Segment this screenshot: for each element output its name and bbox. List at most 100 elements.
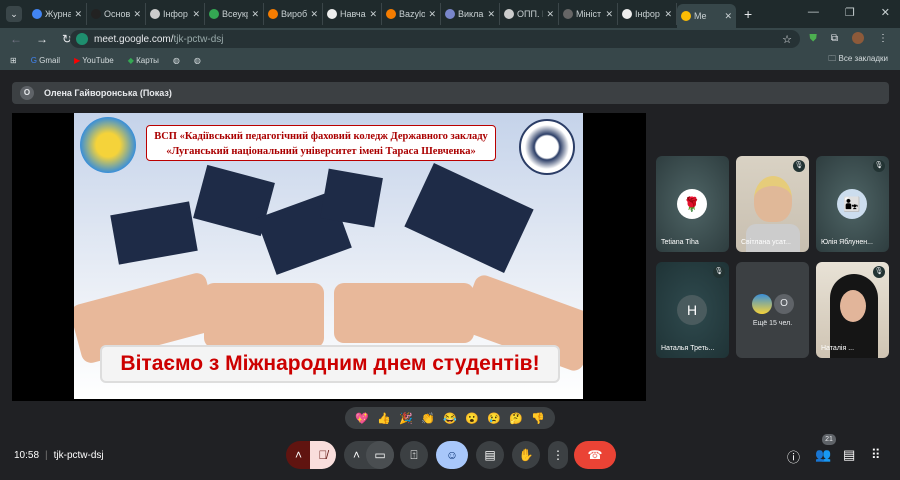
extensions-icon[interactable]: ⧉ <box>831 33 838 44</box>
graduation-cap <box>404 163 534 273</box>
browser-tab[interactable]: Навча ✕ <box>323 3 382 25</box>
leave-call-button[interactable]: ☎ <box>574 441 616 469</box>
participant-tile[interactable]: 🎙 H Наталья Треть... <box>656 262 729 358</box>
more-participants-tile[interactable]: О Ещё 15 чел. <box>736 262 809 358</box>
apps-icon[interactable]: ⊞ <box>10 56 17 65</box>
close-tab-icon[interactable]: ✕ <box>192 9 200 20</box>
reaction-emoji[interactable]: 😮 <box>465 412 479 425</box>
tab-search-button[interactable]: ⌄ <box>6 6 22 22</box>
reactions-bar: 💖 👍 🎉 👏 😂 😮 😢 🤔 👎 <box>345 407 555 429</box>
tab-favicon-icon <box>445 9 455 19</box>
globe-icon[interactable]: ◍ <box>194 56 201 65</box>
participant-tile[interactable]: 🎙 Наталія ... <box>816 262 889 358</box>
captions-button[interactable]: ▤ <box>476 441 504 469</box>
reaction-emoji[interactable]: 🎉 <box>399 412 413 425</box>
graduation-cap <box>320 168 383 228</box>
meeting-info-icon[interactable]: ⓘ <box>787 447 800 466</box>
reaction-emoji[interactable]: 💖 <box>355 412 369 425</box>
bookmark-maps[interactable]: ◆ Карты <box>128 56 159 65</box>
url-bar[interactable]: meet.google.com/tjk-pctw-dsj ☆ <box>70 30 800 48</box>
camera-button[interactable]: ▭ <box>366 441 394 469</box>
slide-title: ВСП «Кадіївський педагогічний фаховий ко… <box>146 125 496 161</box>
participant-avatar: H <box>677 295 707 325</box>
present-screen-button[interactable]: ⍐ <box>400 441 428 469</box>
people-icon[interactable]: 👥 <box>815 447 831 463</box>
browser-tab[interactable]: Bazylo ✕ <box>382 3 441 25</box>
minimize-button[interactable]: — <box>808 6 819 19</box>
raise-hand-button[interactable]: ✋ <box>512 441 540 469</box>
tab-title: Мініст <box>576 9 602 19</box>
close-tab-icon[interactable]: ✕ <box>74 9 82 20</box>
reaction-emoji[interactable]: 😂 <box>443 412 457 425</box>
reaction-emoji[interactable]: 👎 <box>531 412 545 425</box>
close-tab-icon[interactable]: ✕ <box>724 11 732 22</box>
close-window-button[interactable]: ✕ <box>881 6 890 19</box>
mic-off-icon: 🎙 <box>873 160 885 172</box>
shield-extension-icon[interactable]: ⛊ <box>809 33 817 44</box>
participant-avatar <box>752 294 772 314</box>
mic-off-icon: 🎙 <box>873 266 885 278</box>
tab-title: Інфор <box>163 9 188 19</box>
browser-tab[interactable]: Журна ✕ <box>28 3 87 25</box>
presented-slide: ВСП «Кадіївський педагогічний фаховий ко… <box>74 113 583 399</box>
hand <box>204 283 324 348</box>
browser-tab[interactable]: ОПП. І ✕ <box>500 3 559 25</box>
close-tab-icon[interactable]: ✕ <box>546 9 554 20</box>
browser-tab[interactable]: Мініст ✕ <box>559 3 618 25</box>
restore-button[interactable]: ❐ <box>845 6 855 19</box>
bookmark-gmail[interactable]: G Gmail <box>31 56 60 65</box>
browser-tab[interactable]: Me ✕ <box>677 4 736 28</box>
bookmark-youtube[interactable]: ▶ YouTube <box>74 56 114 65</box>
tab-title: Bazylo <box>399 9 426 19</box>
browser-tab[interactable]: Інфор ✕ <box>618 3 677 25</box>
browser-tab[interactable]: Всеукр ✕ <box>205 3 264 25</box>
college-logo <box>80 117 136 173</box>
new-tab-button[interactable]: + <box>744 6 752 22</box>
participant-avatar: 👨‍👧 <box>837 189 867 219</box>
close-tab-icon[interactable]: ✕ <box>605 9 613 20</box>
reactions-button[interactable]: ☺ <box>436 441 468 469</box>
participant-tile[interactable]: 🌹 Tetiana Tiha <box>656 156 729 252</box>
activities-icon[interactable]: ⠿ <box>871 447 881 463</box>
browser-tab[interactable]: Основ ✕ <box>87 3 146 25</box>
bookmark-star-icon[interactable]: ☆ <box>782 33 792 46</box>
participant-video <box>746 224 800 252</box>
tab-favicon-icon <box>327 9 337 19</box>
more-options-button[interactable]: ⋮ <box>548 441 568 469</box>
forward-icon[interactable]: → <box>36 32 48 46</box>
maps-icon: ◆ <box>127 55 134 65</box>
greeting-banner: Вітаємо з Міжнародним днем студентів! <box>100 345 560 383</box>
browser-tab[interactable]: Інфор ✕ <box>146 3 205 25</box>
menu-icon[interactable]: ⋮ <box>878 33 888 44</box>
reaction-emoji[interactable]: 🤔 <box>509 412 523 425</box>
profile-avatar[interactable] <box>852 32 864 44</box>
reaction-emoji[interactable]: 👍 <box>377 412 391 425</box>
tab-title: Журна <box>45 9 72 19</box>
reaction-emoji[interactable]: 😢 <box>487 412 501 425</box>
close-tab-icon[interactable]: ✕ <box>664 9 672 20</box>
close-tab-icon[interactable]: ✕ <box>428 9 436 20</box>
tab-favicon-icon <box>209 9 219 19</box>
close-tab-icon[interactable]: ✕ <box>251 9 259 20</box>
meet-controls: 10:58 | tjk-pctw-dsj ˄ 🎙̸ ˄ ▭ ⍐ ☺ ▤ ✋ ⋮ ☎ … <box>0 434 900 474</box>
tab-title: Інфор <box>635 9 660 19</box>
reaction-emoji[interactable]: 👏 <box>421 412 435 425</box>
close-tab-icon[interactable]: ✕ <box>310 9 318 20</box>
mic-off-button[interactable]: 🎙̸ <box>310 441 336 469</box>
close-tab-icon[interactable]: ✕ <box>133 9 141 20</box>
url-host: meet.google.com/ <box>94 33 174 45</box>
mic-off-icon: 🎙 <box>793 160 805 172</box>
browser-tab[interactable]: Вироб ✕ <box>264 3 323 25</box>
close-tab-icon[interactable]: ✕ <box>487 9 495 20</box>
all-bookmarks[interactable]: 🗀 Все закладки <box>828 53 888 67</box>
meet-site-icon <box>76 33 88 45</box>
youtube-icon: ▶ <box>74 55 81 65</box>
participant-tile[interactable]: 🎙 Світлана усат... <box>736 156 809 252</box>
tab-title: Вироб <box>281 9 308 19</box>
globe-icon[interactable]: ◍ <box>173 56 180 65</box>
browser-tab[interactable]: Викла ✕ <box>441 3 500 25</box>
back-icon[interactable]: ← <box>10 32 22 46</box>
chat-icon[interactable]: ▤ <box>843 447 855 463</box>
close-tab-icon[interactable]: ✕ <box>369 9 377 20</box>
participant-tile[interactable]: 🎙 👨‍👧 Юлія Яблунен... <box>816 156 889 252</box>
